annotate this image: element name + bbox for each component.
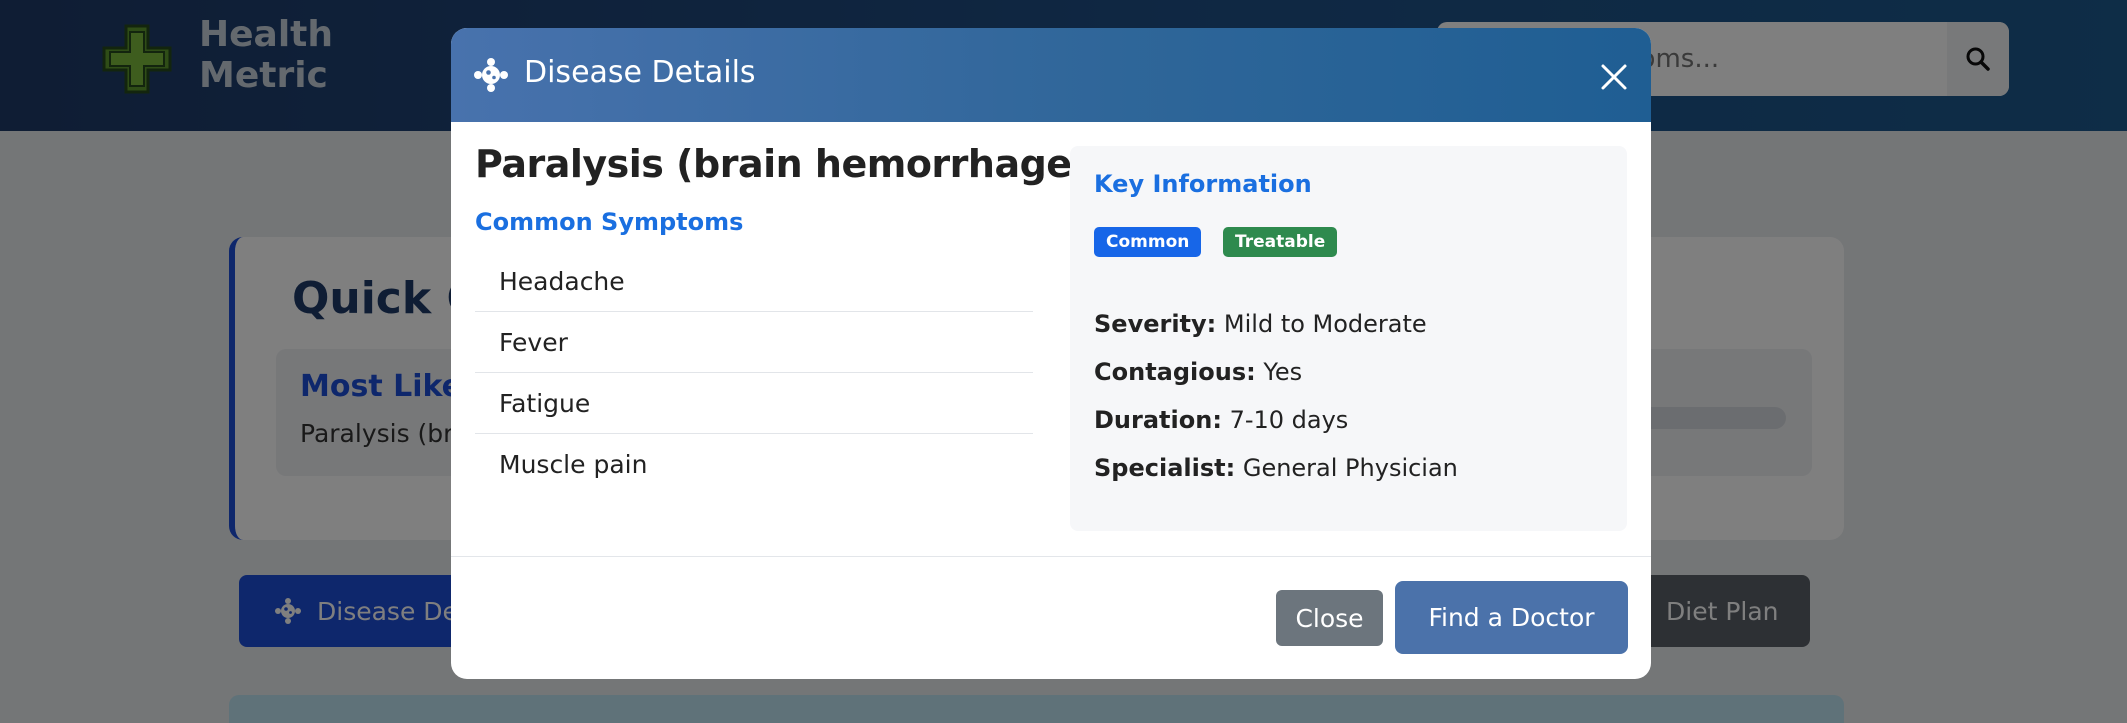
disease-name: Paralysis (brain hemorrhage)	[475, 142, 1089, 186]
modal-title: Disease Details	[524, 55, 756, 90]
symptom-item: Fever	[475, 312, 1033, 373]
close-icon[interactable]	[1599, 62, 1629, 92]
disease-details-modal: Disease Details Paralysis (brain hemorrh…	[451, 28, 1651, 679]
duration-row: Duration: 7-10 days	[1094, 406, 1348, 434]
duration-label: Duration:	[1094, 406, 1222, 434]
specialist-value: General Physician	[1242, 454, 1458, 482]
badge-common: Common	[1094, 227, 1202, 257]
severity-value: Mild to Moderate	[1223, 310, 1427, 338]
contagious-label: Contagious:	[1094, 358, 1256, 386]
severity-row: Severity: Mild to Moderate	[1094, 310, 1427, 338]
symptom-list: Headache Fever Fatigue Muscle pain	[475, 251, 1033, 495]
modal-header: Disease Details	[451, 28, 1651, 122]
contagious-value: Yes	[1263, 358, 1303, 386]
key-information-heading: Key Information	[1094, 170, 1312, 198]
severity-label: Severity:	[1094, 310, 1217, 338]
virus-icon	[474, 58, 508, 92]
symptom-item: Muscle pain	[499, 450, 648, 479]
find-doctor-button[interactable]: Find a Doctor	[1395, 581, 1628, 654]
badge-treatable: Treatable	[1223, 227, 1338, 257]
modal-footer-divider	[451, 556, 1651, 557]
specialist-label: Specialist:	[1094, 454, 1236, 482]
duration-value: 7-10 days	[1229, 406, 1349, 434]
specialist-row: Specialist: General Physician	[1094, 454, 1458, 482]
symptoms-heading: Common Symptoms	[475, 208, 744, 236]
key-information-panel: Key Information Common Treatable Severit…	[1070, 146, 1627, 531]
symptom-item: Headache	[475, 251, 1033, 312]
contagious-row: Contagious: Yes	[1094, 358, 1302, 386]
close-button[interactable]: Close	[1276, 590, 1383, 646]
symptom-item: Fatigue	[475, 373, 1033, 434]
